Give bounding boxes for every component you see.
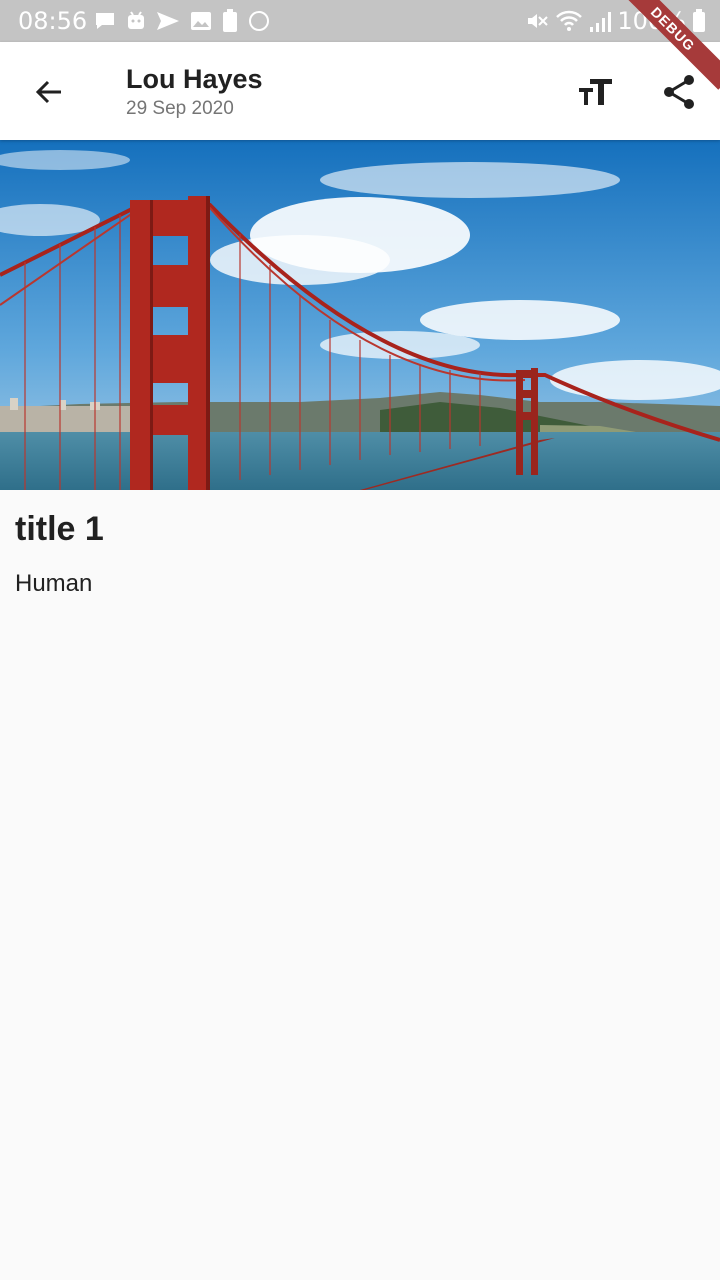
article-body: Human [15, 570, 93, 597]
message-icon [96, 13, 114, 29]
app-bar: Lou Hayes 29 Sep 2020 [0, 42, 720, 140]
mute-icon [528, 14, 549, 28]
post-date: 29 Sep 2020 [126, 98, 234, 119]
status-time: 08:56 [18, 7, 88, 35]
arrow-back-icon [35, 80, 61, 104]
title-block: Lou Hayes 29 Sep 2020 [126, 64, 263, 120]
text-size-button[interactable] [570, 67, 620, 117]
battery-saver-icon [223, 9, 237, 32]
hero-image [0, 140, 720, 490]
wifi-icon [556, 10, 583, 31]
circle-icon [249, 11, 269, 31]
share-icon [664, 75, 694, 109]
author-name: Lou Hayes [126, 64, 263, 94]
back-button[interactable] [24, 67, 74, 117]
signal-icon [590, 12, 612, 32]
golden-gate-bridge-image [0, 140, 720, 490]
share-button[interactable] [654, 67, 704, 117]
status-bar: 08:56 100% [0, 0, 720, 42]
send-icon [157, 12, 179, 30]
status-left-icons [94, 8, 270, 34]
battery-icon [693, 9, 705, 32]
image-icon [191, 12, 211, 30]
text-size-icon [579, 79, 612, 105]
article-title: title 1 [15, 510, 104, 548]
android-icon [128, 11, 144, 29]
